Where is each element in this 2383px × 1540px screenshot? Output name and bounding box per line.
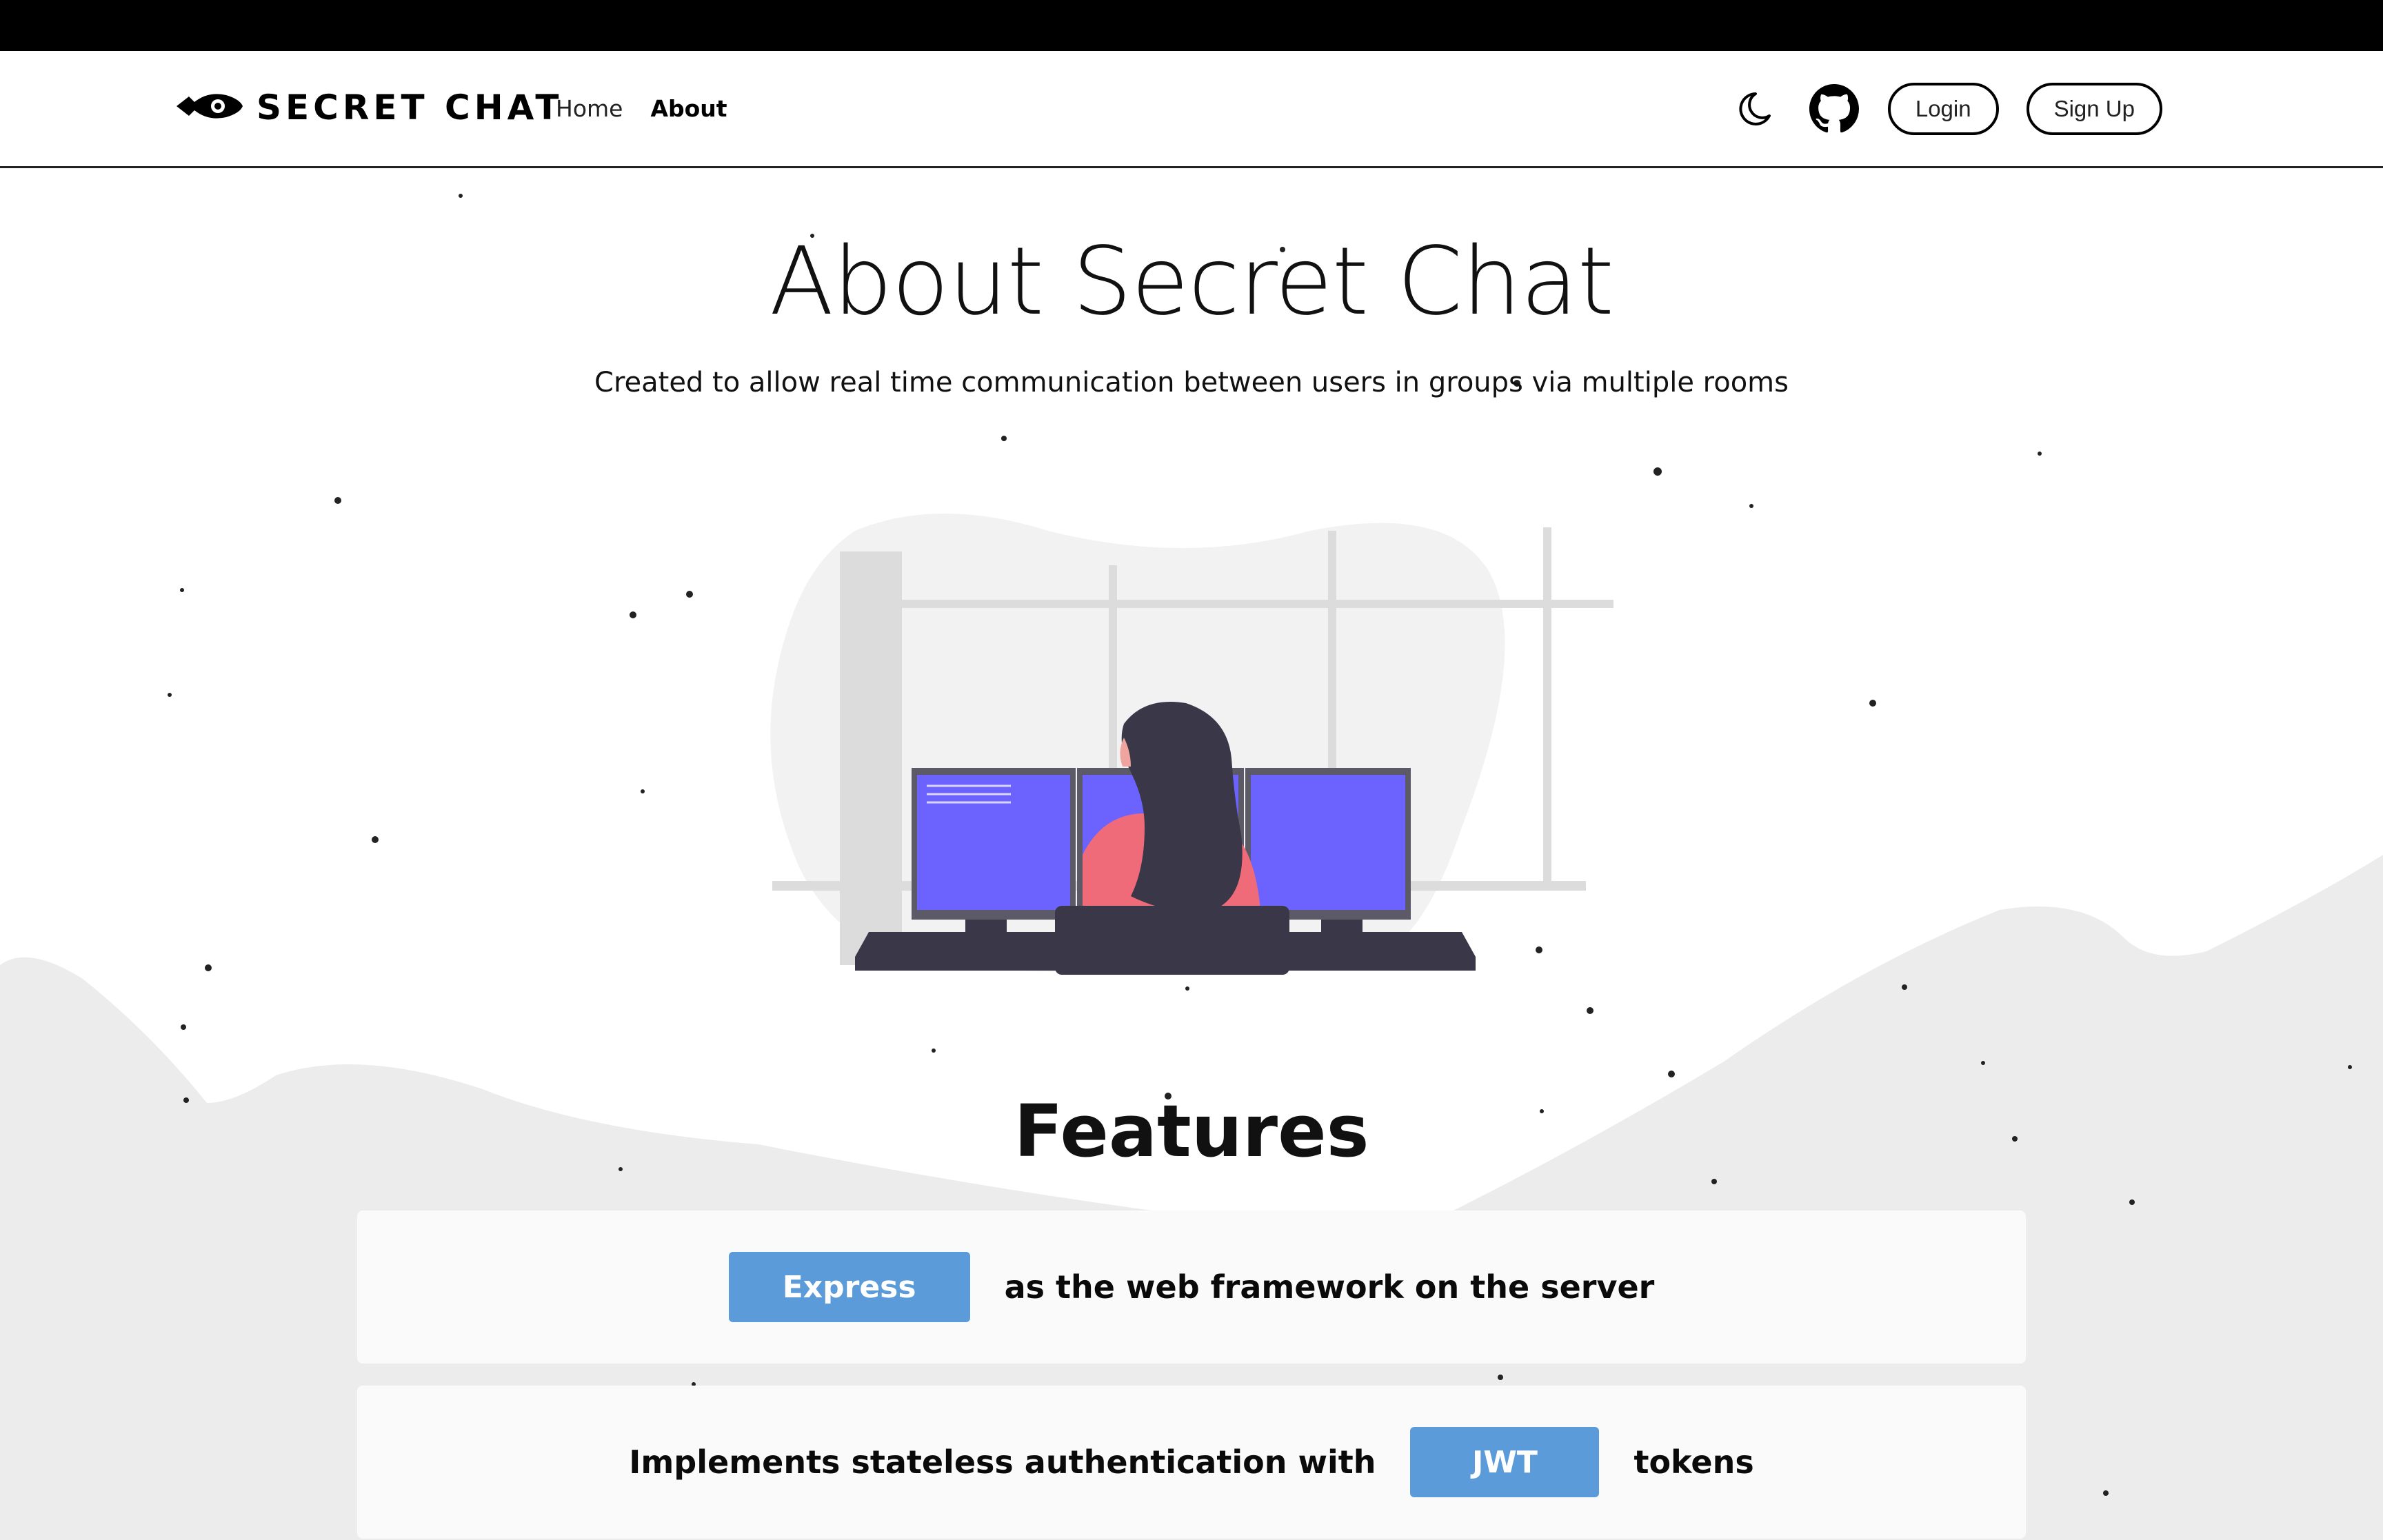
browser-top-bar bbox=[0, 0, 2383, 51]
feature-text-after: tokens bbox=[1633, 1443, 1754, 1481]
github-icon[interactable] bbox=[1808, 83, 1860, 135]
feature-tag-express[interactable]: Express bbox=[728, 1252, 970, 1322]
feature-text: as the web framework on the server bbox=[1004, 1268, 1655, 1306]
moon-icon[interactable] bbox=[1728, 83, 1780, 135]
login-button[interactable]: Login bbox=[1887, 83, 1999, 135]
nav-home-link[interactable]: Home bbox=[556, 95, 623, 122]
navbar: SECRET CHAT Home About Login Sign Up bbox=[0, 51, 2383, 168]
feature-card-express: Express as the web framework on the serv… bbox=[357, 1210, 2026, 1364]
brand-name: SECRET CHAT bbox=[257, 88, 563, 128]
main-nav: Home About bbox=[556, 95, 727, 122]
feature-text-before: Implements stateless authentication with bbox=[629, 1443, 1376, 1481]
feature-card-jwt: Implements stateless authentication with… bbox=[357, 1386, 2026, 1539]
rocket-icon bbox=[174, 87, 245, 128]
features-heading: Features bbox=[1014, 1089, 1369, 1173]
feature-tag-jwt[interactable]: JWT bbox=[1410, 1427, 1600, 1497]
hero-illustration bbox=[770, 514, 1613, 975]
nav-about-link[interactable]: About bbox=[650, 95, 727, 122]
page-subtitle: Created to allow real time communication… bbox=[594, 367, 1789, 398]
brand-link[interactable]: SECRET CHAT bbox=[174, 87, 563, 128]
page-title: About Secret Chat bbox=[769, 227, 1614, 336]
signup-button[interactable]: Sign Up bbox=[2026, 83, 2162, 135]
nav-actions: Login Sign Up bbox=[1728, 83, 2162, 135]
